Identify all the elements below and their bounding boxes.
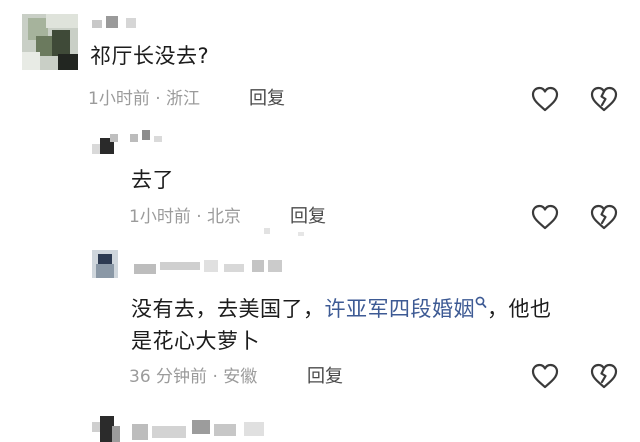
- comment-time: 1小时前: [88, 89, 150, 109]
- comment-text: 去了: [131, 168, 174, 192]
- username-obscured[interactable]: [130, 256, 300, 278]
- like-button[interactable]: [530, 361, 560, 391]
- dislike-button[interactable]: [589, 84, 619, 114]
- avatar[interactable]: [22, 14, 78, 70]
- comment-text: 没有去，去美国了，许亚军四段婚姻 ，他也是花心大萝卜: [131, 287, 611, 357]
- like-button[interactable]: [530, 84, 560, 114]
- dislike-button[interactable]: [589, 202, 619, 232]
- pixel-noise: [298, 232, 304, 236]
- heart-outline-icon: [531, 204, 559, 230]
- avatar[interactable]: [92, 416, 120, 442]
- dislike-button[interactable]: [589, 361, 619, 391]
- username-obscured[interactable]: [128, 416, 288, 442]
- username-obscured[interactable]: [126, 128, 170, 146]
- avatar[interactable]: [92, 250, 118, 278]
- comment-text: 祁厅长没去?: [90, 44, 210, 68]
- heart-outline-icon: [531, 363, 559, 389]
- broken-heart-icon: [590, 86, 618, 112]
- comment-meta: 1小时前 · 北京: [129, 206, 241, 228]
- comment-time: 36 分钟前: [129, 367, 208, 387]
- comment-meta: 1小时前 · 浙江: [88, 88, 200, 110]
- avatar[interactable]: [92, 134, 122, 158]
- comment-text-part: 是花心大萝卜: [131, 329, 260, 353]
- search-icon[interactable]: [475, 287, 487, 308]
- meta-separator: ·: [155, 89, 161, 109]
- comment-text-part: ，他也: [487, 297, 552, 321]
- comment-time: 1小时前: [129, 207, 191, 227]
- comment-meta: 36 分钟前 · 安徽: [129, 366, 257, 388]
- heart-outline-icon: [531, 86, 559, 112]
- comment-location: 安徽: [223, 367, 258, 387]
- like-button[interactable]: [530, 202, 560, 232]
- search-link[interactable]: 许亚军四段婚姻: [325, 297, 476, 321]
- pixel-noise: [264, 228, 270, 234]
- reply-button[interactable]: 回复: [307, 366, 343, 388]
- meta-separator: ·: [212, 367, 218, 387]
- comment-location: 浙江: [166, 89, 201, 109]
- reply-button[interactable]: 回复: [290, 206, 326, 228]
- username-obscured[interactable]: [92, 14, 148, 30]
- comment-location: 北京: [207, 207, 242, 227]
- meta-separator: ·: [196, 207, 202, 227]
- broken-heart-icon: [590, 363, 618, 389]
- broken-heart-icon: [590, 204, 618, 230]
- reply-button[interactable]: 回复: [249, 88, 285, 110]
- comment-text-part: 没有去，去美国了，: [131, 297, 325, 321]
